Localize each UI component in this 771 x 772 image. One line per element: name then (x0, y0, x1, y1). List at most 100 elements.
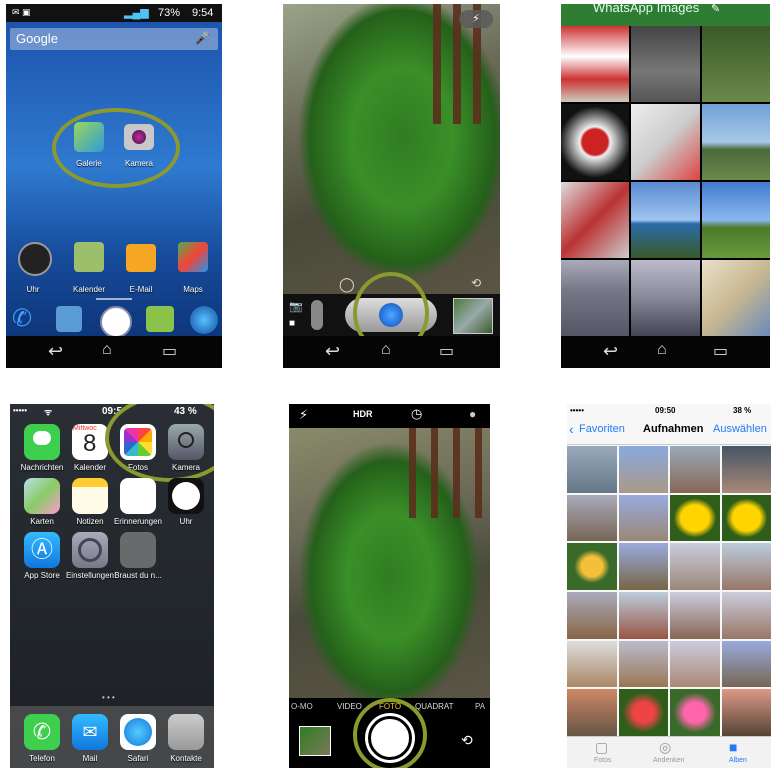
contacts-app[interactable] (56, 306, 82, 332)
photo-thumbnail[interactable] (567, 446, 617, 493)
home-icon[interactable]: ⌂ (657, 341, 667, 359)
phone-app[interactable]: ✆ (24, 714, 60, 750)
back-icon[interactable]: ↩ (325, 341, 340, 362)
browser-app[interactable] (190, 306, 218, 334)
photo-thumbnail[interactable] (721, 592, 771, 639)
photo-thumbnail[interactable] (618, 543, 668, 590)
flash-icon[interactable]: ⚡ (299, 407, 308, 423)
notes-app[interactable] (72, 478, 108, 514)
photo-thumbnail[interactable] (618, 446, 668, 493)
select-button[interactable]: Auswählen (713, 423, 767, 435)
last-photo-thumbnail[interactable] (299, 726, 331, 756)
time-text: 09:50 (655, 406, 676, 415)
app-drawer-button[interactable] (100, 306, 132, 338)
photo-thumbnail[interactable] (721, 640, 771, 688)
photo-thumbnail[interactable] (561, 182, 630, 258)
messages-app[interactable] (24, 424, 60, 460)
albums-tab-icon[interactable]: ■ (729, 739, 737, 755)
clock-app[interactable] (18, 242, 52, 276)
photo-thumbnail[interactable] (561, 260, 630, 336)
microphone-icon[interactable]: 🎤 (195, 31, 210, 45)
photo-thumbnail[interactable] (567, 494, 617, 542)
photo-thumbnail[interactable] (670, 640, 720, 688)
edit-icon[interactable]: ✎ (711, 4, 720, 15)
photo-thumbnail[interactable] (701, 26, 770, 102)
battery-text: 38 % (733, 406, 752, 415)
recents-icon[interactable]: ▭ (439, 341, 454, 361)
photo-thumbnail[interactable] (631, 26, 700, 102)
photo-thumbnail[interactable] (670, 543, 720, 590)
calendar-app[interactable] (74, 242, 104, 272)
last-photo-thumbnail[interactable] (453, 298, 493, 334)
mode-timelapse[interactable]: O-MO (291, 702, 313, 711)
photo-thumbnail[interactable] (721, 689, 771, 736)
photos-tab-icon[interactable]: ▢ (595, 739, 608, 756)
photo-thumbnail[interactable] (670, 689, 720, 736)
page-indicator: • • • (102, 693, 115, 702)
mode-pano[interactable]: PA (475, 702, 485, 711)
photo-thumbnail[interactable] (631, 104, 700, 180)
flash-toggle-icon[interactable]: ⚡ (459, 10, 493, 28)
calendar-app[interactable]: Mittwoc 8 (72, 424, 108, 460)
recents-icon[interactable]: ▭ (162, 341, 177, 361)
photo-thumbnail[interactable] (618, 689, 668, 736)
mode-video[interactable]: VIDEO (337, 702, 362, 711)
reminders-app[interactable] (120, 478, 156, 514)
photo-thumbnail[interactable] (631, 260, 700, 336)
messaging-app[interactable] (146, 306, 174, 332)
back-icon[interactable]: ↩ (603, 341, 618, 362)
photo-thumbnail[interactable] (701, 104, 770, 180)
photo-thumbnail[interactable] (631, 182, 700, 258)
tab-albums[interactable]: Alben (729, 757, 747, 764)
photo-thumbnail[interactable] (561, 26, 630, 102)
timer-icon[interactable]: ◷ (411, 406, 422, 422)
photo-thumbnail[interactable] (567, 640, 617, 688)
back-button[interactable]: Favoriten (579, 423, 625, 435)
photo-thumbnail[interactable] (670, 592, 720, 639)
photo-thumbnail[interactable] (618, 640, 668, 688)
filters-icon[interactable]: ● (469, 407, 476, 421)
settings-app[interactable] (72, 532, 108, 568)
settings-icon[interactable]: ◯ (339, 276, 355, 293)
clock-face-icon (172, 482, 200, 510)
maps-app[interactable] (178, 242, 208, 272)
contacts-app[interactable] (168, 714, 204, 750)
back-icon[interactable]: ↩ (48, 341, 63, 362)
photo-thumbnail[interactable] (721, 543, 771, 590)
photo-thumbnail[interactable] (567, 592, 617, 639)
photo-mode-icon[interactable]: 📷 (289, 300, 303, 313)
mail-app[interactable]: ✉ (72, 714, 108, 750)
photo-thumbnail[interactable] (618, 494, 668, 542)
recents-icon[interactable]: ▭ (713, 341, 728, 361)
email-app[interactable] (126, 244, 156, 272)
photo-thumbnail[interactable] (561, 104, 630, 180)
phone-app[interactable]: ✆ (12, 306, 42, 332)
home-icon[interactable]: ⌂ (102, 341, 112, 359)
tab-photos[interactable]: Fotos (594, 757, 612, 764)
google-search-bar[interactable]: Google 🎤 (10, 28, 218, 50)
photo-thumbnail[interactable] (701, 182, 770, 258)
photo-thumbnail[interactable] (567, 689, 617, 736)
chevron-left-icon[interactable]: ‹ (569, 421, 574, 437)
home-icon[interactable]: ⌂ (381, 341, 391, 359)
tab-memories[interactable]: Andenken (653, 757, 685, 764)
photo-thumbnail[interactable] (721, 446, 771, 493)
photo-thumbnail[interactable] (721, 494, 771, 542)
mode-square[interactable]: QUADRAT (415, 702, 454, 711)
photo-thumbnail[interactable] (618, 592, 668, 639)
clock-app[interactable] (168, 478, 204, 514)
memories-tab-icon[interactable]: ◎ (659, 739, 671, 756)
maps-app[interactable] (24, 478, 60, 514)
app-store-app[interactable]: Ⓐ (24, 532, 60, 568)
switch-camera-icon[interactable]: ⟲ (471, 276, 481, 290)
hdr-label[interactable]: HDR (353, 409, 373, 419)
switch-camera-icon[interactable]: ⟲ (461, 732, 473, 749)
photo-thumbnail[interactable] (567, 543, 617, 590)
safari-app[interactable] (120, 714, 156, 750)
folder-app[interactable] (120, 532, 156, 568)
photo-thumbnail[interactable] (670, 446, 720, 493)
mode-toggle[interactable] (311, 300, 323, 330)
video-mode-icon[interactable]: ■ (289, 318, 295, 329)
photo-thumbnail[interactable] (670, 494, 720, 542)
photo-thumbnail[interactable] (701, 260, 770, 336)
